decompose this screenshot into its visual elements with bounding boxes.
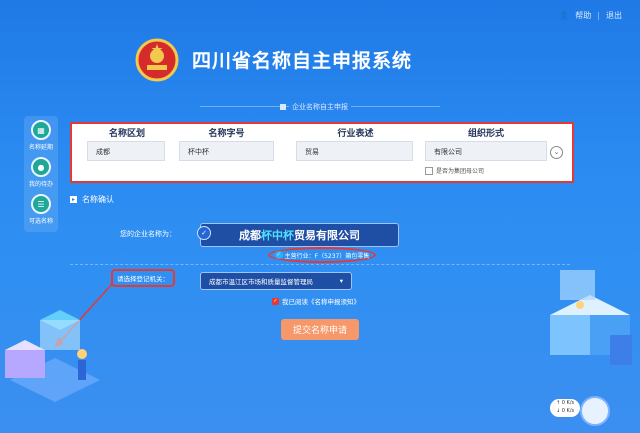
list-icon: ☰ (31, 194, 51, 214)
chevron-down-icon[interactable]: ⌄ (550, 146, 563, 159)
section-heading: 企业名称自主申报 (280, 102, 351, 112)
top-links: 👤 帮助 | 退出 (559, 10, 622, 21)
agree-checkbox[interactable]: ✓ (272, 297, 279, 305)
sidebar-item-label: 可选名称 (28, 218, 53, 225)
region-field[interactable]: 成都 (87, 141, 165, 161)
sidebar-item-available-names[interactable]: ☰ 可选名称 (24, 194, 58, 225)
building-icon (280, 104, 286, 110)
help-link[interactable]: 帮助 (575, 10, 591, 21)
column-header-region: 名称区划 (108, 129, 145, 139)
calendar-icon: ▦ (31, 120, 51, 140)
app-window: 👤 帮助 | 退出 四川省名称自主申报系统 企业名称自主申报 ▦ 名称延期 ● … (0, 0, 640, 433)
caret-down-icon: ▾ (339, 277, 343, 285)
assistant-bot-icon[interactable] (580, 396, 610, 426)
group-parent-option[interactable]: 是否为集团母公司 (425, 166, 484, 175)
brand-name-field[interactable]: 杯中杯 (179, 141, 274, 161)
registry-select[interactable]: 成都市温江区市场和质量监督管理局 ▾ (200, 272, 352, 290)
group-parent-label: 是否为集团母公司 (436, 168, 485, 175)
divider (70, 264, 570, 265)
industry-field[interactable]: 贸易 (296, 141, 413, 161)
upload-speed: ↑ 0 K/s (556, 400, 575, 406)
main-industry-label: 主营行业：F（5237）箱包零售 (284, 252, 370, 260)
your-name-label: 您的企业名称为： (120, 230, 176, 238)
column-header-brand: 名称字号 (208, 129, 245, 139)
agree-label: 我已阅读《名称申报须知》 (282, 298, 360, 306)
submit-button[interactable]: 提交名称申请 (281, 319, 359, 340)
illustration-right (550, 270, 632, 365)
sidebar-item-label: 我的待办 (28, 181, 53, 188)
network-speed-widget: ↑ 0 K/s ↓ 0 K/s (550, 399, 580, 417)
sidebar-item-label: 名称延期 (28, 144, 53, 151)
org-form-field[interactable]: 有限公司 (425, 141, 547, 161)
national-emblem-icon (135, 38, 179, 82)
registry-label: 请选择登记机关： (111, 269, 175, 287)
registry-select-value: 成都市温江区市场和质量监督管理局 (209, 278, 313, 286)
check-icon: ✓ (197, 226, 211, 240)
sidebar-item-name-extension[interactable]: ▦ 名称延期 (24, 120, 58, 151)
section-heading-label: 企业名称自主申报 (289, 102, 351, 112)
company-name-display: 成都 杯中杯 贸易有限公司 (200, 223, 399, 247)
main-industry-badge: ✓ 主营行业：F（5237）箱包零售 (268, 247, 376, 263)
todo-icon: ● (31, 157, 51, 177)
page-title: 四川省名称自主申报系统 (192, 50, 413, 72)
name-confirm-label: 名称确认 (82, 195, 114, 204)
column-header-industry: 行业表述 (337, 129, 374, 139)
agree-notice[interactable]: ✓ 我已阅读《名称申报须知》 (272, 296, 360, 306)
name-part-suffix: 贸易有限公司 (294, 229, 360, 242)
name-part-brand: 杯中杯 (261, 229, 294, 242)
column-header-org-form: 组织形式 (467, 129, 504, 139)
name-form: 名称区划 名称字号 行业表述 组织形式 成都 杯中杯 贸易 有限公司 ⌄ 是否为… (70, 122, 574, 183)
user-icon: 👤 (559, 11, 570, 20)
check-icon: ✓ (274, 251, 283, 259)
expand-icon[interactable]: ▸ (70, 196, 77, 203)
name-confirm-heading: ▸ 名称确认 (70, 194, 114, 205)
logout-link[interactable]: 退出 (606, 10, 622, 21)
sidebar-item-my-todo[interactable]: ● 我的待办 (24, 157, 58, 188)
divider: | (597, 11, 600, 20)
group-parent-checkbox[interactable] (425, 166, 433, 175)
download-speed: ↓ 0 K/s (556, 408, 575, 414)
illustration-left (5, 310, 100, 402)
name-part-region: 成都 (239, 229, 261, 242)
